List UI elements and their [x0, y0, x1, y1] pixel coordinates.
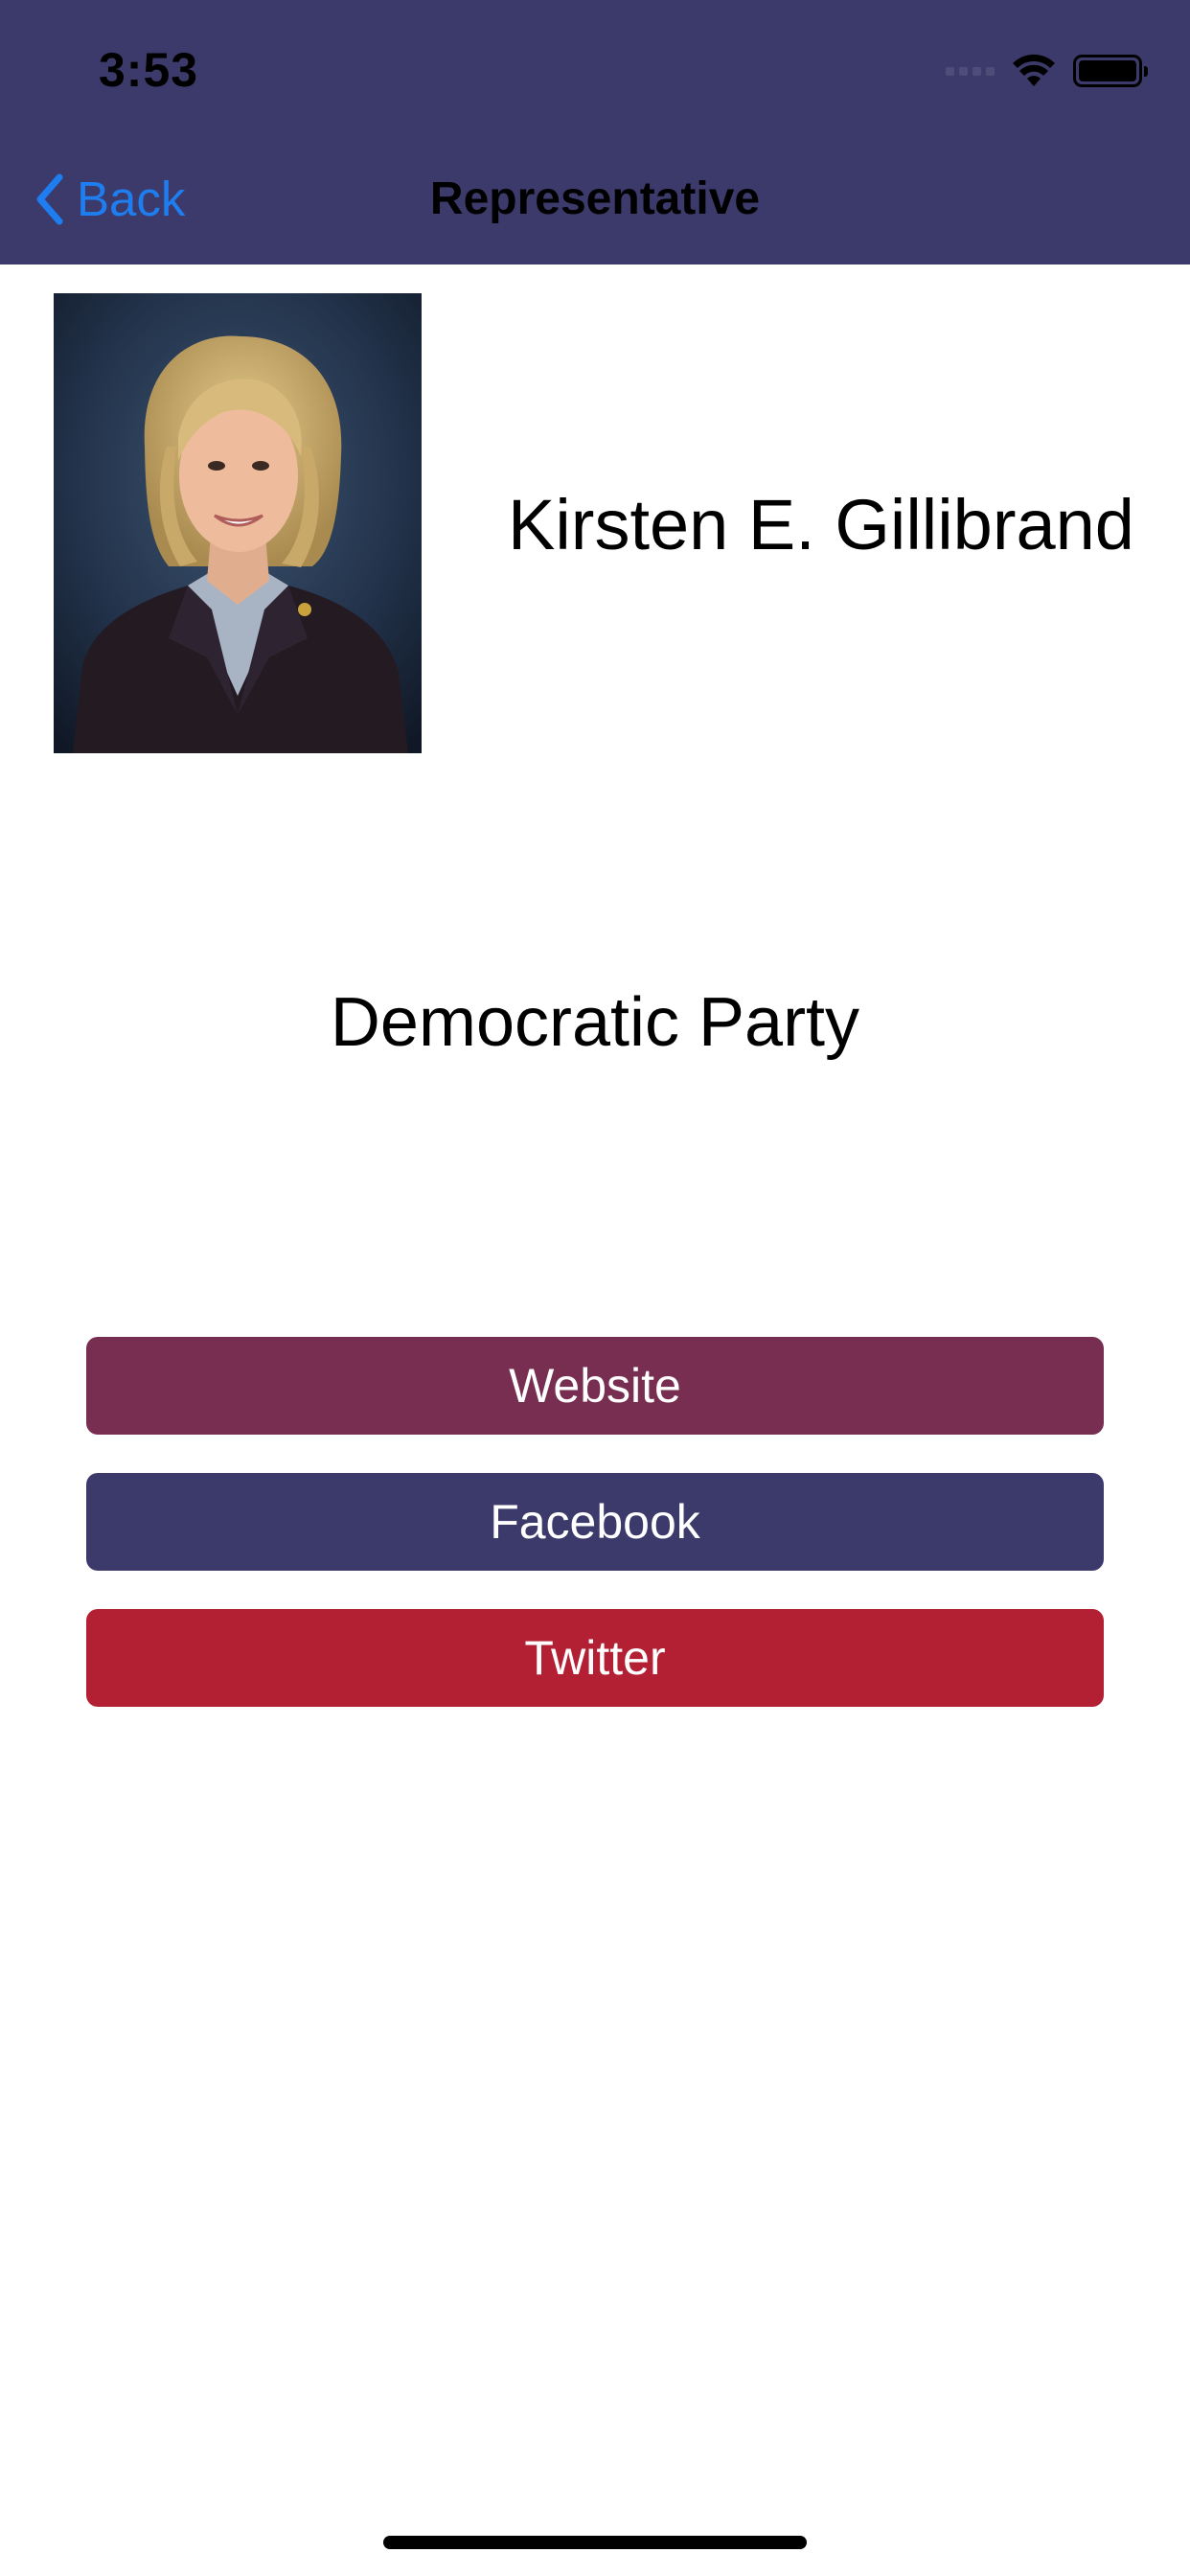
status-time: 3:53 — [99, 43, 199, 97]
representative-name: Kirsten E. Gillibrand — [508, 485, 1134, 564]
twitter-button[interactable]: Twitter — [86, 1609, 1104, 1707]
status-icons — [946, 50, 1148, 92]
cellular-signal-icon — [946, 66, 995, 76]
twitter-button-label: Twitter — [524, 1631, 666, 1685]
battery-icon — [1073, 55, 1148, 87]
website-button-label: Website — [509, 1359, 681, 1413]
home-indicator[interactable] — [383, 2536, 807, 2549]
representative-photo — [54, 293, 422, 753]
facebook-button-label: Facebook — [490, 1495, 700, 1549]
screen: 3:53 Back Representative Kirsten E. Gill… — [0, 0, 1190, 2576]
facebook-button[interactable]: Facebook — [86, 1473, 1104, 1571]
party-label: Democratic Party — [330, 984, 860, 1061]
page-title: Representative — [429, 173, 761, 224]
navigation-bar: 3:53 Back Representative — [0, 0, 1190, 264]
wifi-icon — [1013, 54, 1055, 86]
website-button[interactable]: Website — [86, 1337, 1104, 1435]
